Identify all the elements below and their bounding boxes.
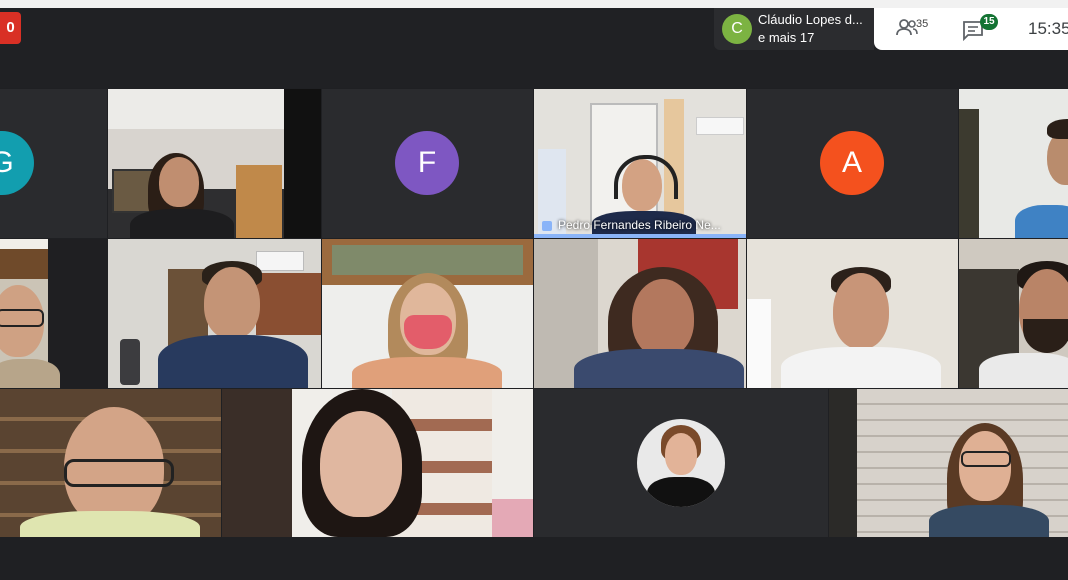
glasses-icon (961, 451, 1011, 467)
curtain (747, 299, 771, 388)
participant-tile-f[interactable]: F (322, 89, 533, 238)
avatar-letter-g: G (0, 131, 34, 195)
person-body (574, 349, 744, 388)
person-body (929, 505, 1049, 537)
person-body (0, 359, 60, 388)
clock: 15:35 (1028, 19, 1068, 38)
meeting-controls: 35 15 15:35 (874, 8, 1068, 50)
air-conditioner (696, 117, 744, 135)
person-face (159, 157, 199, 207)
beard (1023, 319, 1068, 353)
shutter (256, 273, 321, 335)
dark-edge (829, 389, 857, 537)
person-body (20, 511, 200, 537)
participant-tile-man-right[interactable] (959, 89, 1068, 238)
audio-level-icon (542, 220, 552, 231)
participants-button[interactable]: 35 (896, 18, 929, 40)
participant-tile-woman-dark-hair[interactable] (222, 389, 533, 537)
participant-tile-pedro[interactable]: Pedro Fernandes Ribeiro Ne... (534, 89, 746, 238)
person-face (632, 279, 694, 357)
pink-object (492, 499, 533, 537)
participant-tile-man-thinking[interactable] (108, 239, 321, 388)
person-body (352, 357, 502, 388)
person-body (781, 347, 941, 388)
bookshelf (0, 249, 48, 279)
participant-tile-g[interactable]: G (0, 89, 107, 238)
participant-tile-man-bookshelf[interactable] (0, 389, 221, 537)
participant-tile-office-woman[interactable] (108, 89, 321, 238)
browser-top-strip (0, 0, 1068, 8)
active-speaker-indicator (534, 234, 746, 238)
profile-photo (637, 419, 725, 507)
participant-tile-a[interactable]: A (747, 89, 958, 238)
participant-tile-man-smiling[interactable] (747, 239, 958, 388)
presenter-chip[interactable]: C Cláudio Lopes d... e mais 17 (714, 8, 874, 50)
painting (332, 245, 523, 275)
person-hair (1047, 119, 1068, 139)
participants-count: 35 (916, 18, 929, 30)
recording-indicator: 0 (0, 12, 21, 44)
people-icon (896, 19, 918, 36)
presenter-name: Cláudio Lopes d... (758, 12, 863, 27)
presenter-more: e mais 17 (758, 30, 815, 45)
glasses-icon (0, 309, 44, 327)
participant-tile-woman-mask[interactable] (322, 239, 533, 388)
chat-badge: 15 (980, 14, 998, 30)
air-conditioner (256, 251, 304, 271)
participant-tile-man-glasses-left[interactable] (0, 239, 107, 388)
participant-tile-man-beard[interactable] (959, 239, 1068, 388)
avatar-letter-f: F (395, 131, 459, 195)
person-face (320, 411, 402, 517)
participant-tile-profile-photo[interactable] (534, 389, 828, 537)
person-body (979, 353, 1068, 388)
monitor-edge (284, 89, 321, 238)
participant-tile-woman-shelf[interactable] (534, 239, 746, 388)
person-face (665, 433, 697, 475)
bottom-bar (0, 537, 1068, 580)
avatar-letter-a: A (820, 131, 884, 195)
person-body (130, 209, 234, 238)
face-mask (404, 315, 452, 349)
door (236, 165, 282, 238)
person-body (1015, 205, 1068, 238)
glasses-icon (64, 459, 174, 487)
person-body (647, 477, 715, 507)
participant-tile-woman-glasses[interactable] (829, 389, 1068, 537)
doorframe (222, 389, 292, 537)
chat-button[interactable]: 15 (962, 14, 998, 42)
dark-wall (48, 239, 107, 388)
presenter-avatar: C (722, 14, 752, 44)
participant-caption: Pedro Fernandes Ribeiro Ne... (542, 218, 721, 232)
person-face (204, 267, 260, 339)
person-face (833, 273, 889, 349)
luggage (120, 339, 140, 385)
person-body (158, 335, 308, 388)
shelf (959, 109, 979, 238)
